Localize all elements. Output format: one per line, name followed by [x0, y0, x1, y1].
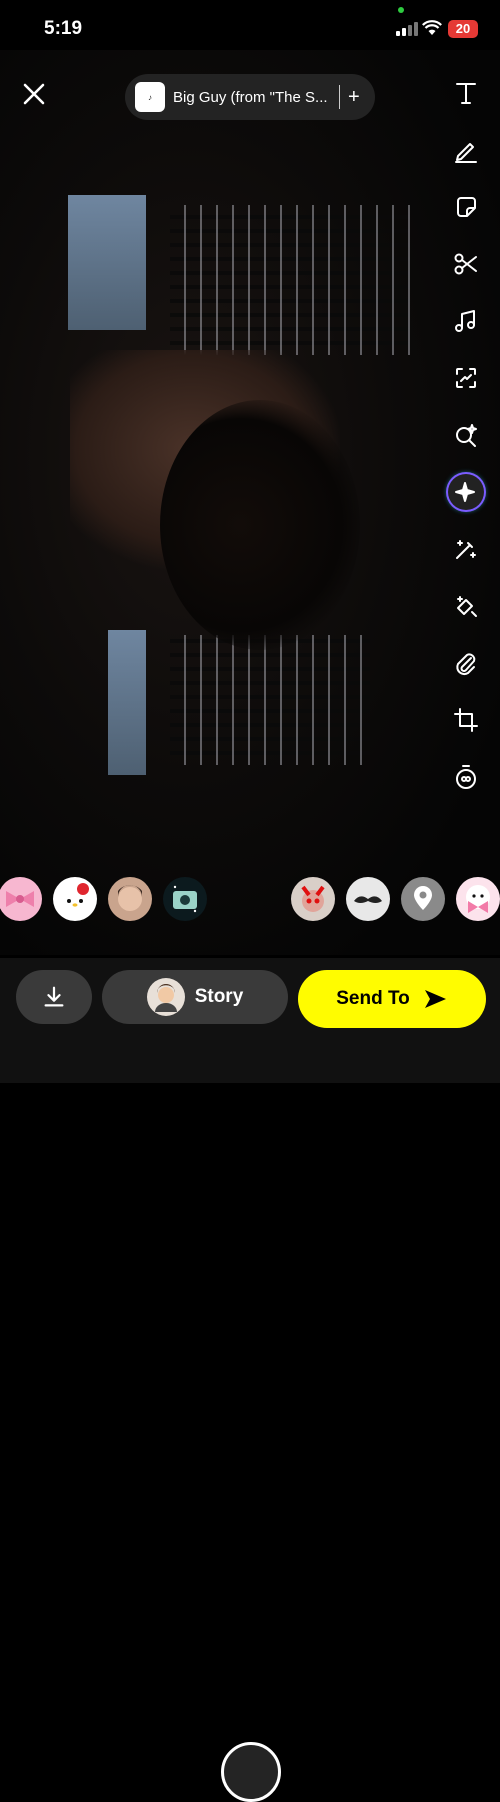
cellular-signal-icon	[396, 22, 418, 36]
blinds-top	[170, 205, 410, 355]
sticker-tool-icon[interactable]	[448, 189, 484, 225]
eraser-icon[interactable]	[448, 588, 484, 624]
lens-pink-bow-icon[interactable]	[0, 877, 42, 921]
person-hair	[160, 400, 360, 650]
lens-red-face-icon[interactable]	[291, 877, 335, 921]
capture-button[interactable]	[221, 1742, 281, 1802]
story-button[interactable]: Story	[102, 970, 288, 1024]
send-arrow-icon	[424, 990, 446, 1008]
magic-wand-icon[interactable]	[448, 531, 484, 567]
battery-indicator: 20	[448, 20, 478, 38]
sound-selector[interactable]: ♪ Big Guy (from "The S... +	[125, 74, 375, 120]
blinds-bottom	[170, 635, 370, 765]
lens-carousel	[0, 873, 500, 1802]
scan-tool-icon[interactable]	[448, 360, 484, 396]
search-lens-icon[interactable]	[448, 417, 484, 453]
status-bar: 5:19 20	[0, 0, 500, 50]
window-bottom	[108, 630, 146, 775]
sound-artwork-icon: ♪	[135, 82, 165, 112]
camera-indicator-dot	[398, 7, 404, 13]
pen-tool-icon[interactable]	[448, 132, 484, 168]
lens-kitty-icon[interactable]	[53, 877, 97, 921]
timer-icon[interactable]	[448, 759, 484, 795]
status-time: 5:19	[44, 18, 83, 39]
add-sound-button[interactable]: +	[348, 87, 360, 107]
lens-kitty-bow-icon[interactable]	[456, 877, 500, 921]
sound-divider	[339, 85, 340, 109]
paperclip-icon[interactable]	[448, 645, 484, 681]
editing-toolbar	[448, 75, 484, 816]
lens-face-icon[interactable]	[108, 877, 152, 921]
send-to-label: Send To	[336, 988, 410, 1009]
lens-location-pin-icon[interactable]	[401, 877, 445, 921]
camera-preview	[0, 50, 500, 955]
ai-sparkle-icon[interactable]	[448, 474, 484, 510]
story-label: Story	[194, 986, 244, 1007]
close-icon[interactable]	[20, 80, 48, 108]
avatar	[146, 978, 185, 1016]
wifi-icon	[422, 20, 442, 35]
scissors-tool-icon[interactable]	[448, 246, 484, 282]
music-note-icon[interactable]	[448, 303, 484, 339]
bottom-bar: Story Send To	[0, 958, 500, 1083]
text-tool-icon[interactable]	[448, 75, 484, 111]
lens-camera-icon[interactable]	[163, 877, 207, 921]
download-button[interactable]	[16, 970, 92, 1024]
sound-title: Big Guy (from "The S...	[173, 88, 328, 106]
window-top	[68, 195, 146, 330]
crop-icon[interactable]	[448, 702, 484, 738]
send-to-button[interactable]: Send To	[298, 970, 486, 1028]
lens-mustache-icon[interactable]	[346, 877, 390, 921]
download-icon	[44, 986, 64, 1007]
